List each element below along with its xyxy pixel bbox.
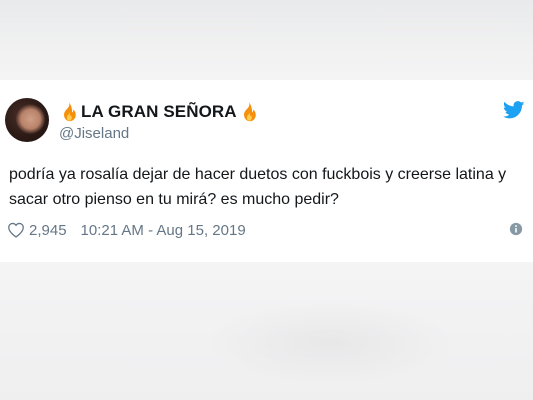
fire-icon [243, 102, 256, 122]
info-icon[interactable] [509, 222, 523, 236]
background-top [0, 0, 533, 80]
tweet-text: podría ya rosalía dejar de hacer duetos … [9, 166, 507, 208]
like-count[interactable]: 2,945 [29, 222, 67, 239]
avatar[interactable] [5, 98, 49, 142]
tweet-card[interactable]: LA GRAN SEÑORA @Jiseland podría ya rosal… [0, 80, 533, 262]
background-bottom [0, 262, 533, 400]
author-name-row[interactable]: LA GRAN SEÑORA [58, 100, 260, 124]
display-name[interactable]: LA GRAN SEÑORA [81, 102, 237, 122]
tweet-meta: 2,945 10:21 AM - Aug 15, 2019 [7, 220, 525, 240]
timestamp[interactable]: 10:21 AM - Aug 15, 2019 [81, 222, 246, 239]
user-handle[interactable]: @Jiseland [59, 125, 129, 142]
fire-icon [64, 102, 76, 122]
heart-icon[interactable] [7, 222, 25, 238]
twitter-bird-icon[interactable] [503, 101, 525, 119]
